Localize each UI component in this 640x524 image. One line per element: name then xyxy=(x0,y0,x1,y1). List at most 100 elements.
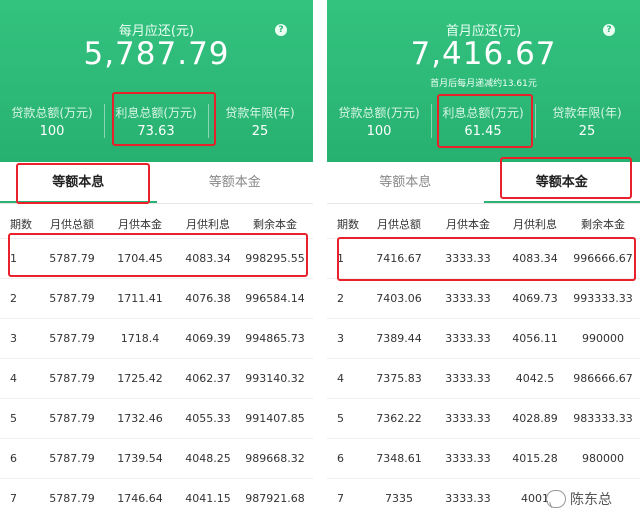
cell-payment-total: 7403.06 xyxy=(376,292,422,305)
tab-equal-principal[interactable]: 等额本金 xyxy=(157,162,314,204)
cell-principal: 1725.42 xyxy=(117,372,163,385)
chat-bubble-icon xyxy=(546,490,566,508)
column-principal: 月供本金 xyxy=(118,218,162,231)
table-row: 6 5787.79 1739.54 4048.25 989668.32 xyxy=(0,438,313,478)
loan-total-value: 100 xyxy=(366,124,392,139)
cell-payment-total: 5787.79 xyxy=(49,492,95,505)
column-interest: 月供利息 xyxy=(186,218,230,231)
table-row: 7 5787.79 1746.64 4041.15 987921.68 xyxy=(0,478,313,518)
column-interest: 月供利息 xyxy=(513,218,557,231)
watermark-text: 陈东总 xyxy=(570,492,612,508)
cell-remaining: 989668.32 xyxy=(245,452,305,465)
cell-interest: 4048.25 xyxy=(185,452,231,465)
loan-years-value: 25 xyxy=(578,124,596,139)
cell-principal: 1718.4 xyxy=(120,332,160,345)
cell-payment-total: 7375.83 xyxy=(376,372,422,385)
help-icon[interactable]: ? xyxy=(603,24,615,36)
cell-remaining: 986666.67 xyxy=(573,372,633,385)
cell-principal: 3333.33 xyxy=(445,332,491,345)
cell-interest: 4076.38 xyxy=(185,292,231,305)
loan-total-label: 贷款总额(万元) xyxy=(338,106,420,120)
tab-equal-installment[interactable]: 等额本息 xyxy=(327,162,484,204)
cell-principal: 1711.41 xyxy=(117,292,163,305)
first-month-payment-amount: 7,416.67 xyxy=(410,36,557,72)
highlight-interest-right xyxy=(437,94,533,148)
cell-period: 4 xyxy=(337,372,344,385)
table-row: 4 7375.83 3333.33 4042.5 986666.67 xyxy=(327,358,640,398)
cell-interest: 4069.39 xyxy=(185,332,231,345)
cell-period: 3 xyxy=(337,332,344,345)
cell-interest: 4028.89 xyxy=(512,412,558,425)
loan-total-stat: 贷款总额(万元) 100 xyxy=(0,104,104,139)
cell-payment-total: 7389.44 xyxy=(376,332,422,345)
column-payment-total: 月供总额 xyxy=(377,218,421,231)
cell-remaining: 983333.33 xyxy=(573,412,633,425)
cell-period: 5 xyxy=(10,412,17,425)
table-header: 期数 月供总额 月供本金 月供利息 剩余本金 xyxy=(327,208,640,238)
cell-interest: 4056.11 xyxy=(512,332,558,345)
cell-payment-total: 5787.79 xyxy=(49,372,95,385)
highlight-row-left xyxy=(8,233,308,277)
cell-principal: 3333.33 xyxy=(445,372,491,385)
cell-period: 7 xyxy=(10,492,17,505)
cell-remaining: 996584.14 xyxy=(245,292,305,305)
cell-principal: 1746.64 xyxy=(117,492,163,505)
table-row: 3 7389.44 3333.33 4056.11 990000 xyxy=(327,318,640,358)
column-remaining: 剩余本金 xyxy=(253,218,297,231)
cell-principal: 1732.46 xyxy=(117,412,163,425)
loan-total-stat: 贷款总额(万元) 100 xyxy=(327,104,431,139)
cell-principal: 3333.33 xyxy=(445,492,491,505)
cell-principal: 1739.54 xyxy=(117,452,163,465)
cell-principal: 3333.33 xyxy=(445,412,491,425)
cell-period: 5 xyxy=(337,412,344,425)
column-period: 期数 xyxy=(10,218,32,231)
loan-years-label: 贷款年限(年) xyxy=(225,106,295,120)
highlight-interest-left xyxy=(112,92,216,146)
cell-remaining: 990000 xyxy=(582,332,624,345)
monthly-payment-amount: 5,787.79 xyxy=(83,36,230,72)
cell-payment-total: 7362.22 xyxy=(376,412,422,425)
cell-period: 2 xyxy=(10,292,17,305)
cell-period: 7 xyxy=(337,492,344,505)
cell-remaining: 991407.85 xyxy=(245,412,305,425)
watermark: 陈东总 xyxy=(546,487,612,511)
table-row: 6 7348.61 3333.33 4015.28 980000 xyxy=(327,438,640,478)
monthly-decrease-note: 首月后每月递减约13.61元 xyxy=(430,79,537,89)
table-row: 3 5787.79 1718.4 4069.39 994865.73 xyxy=(0,318,313,358)
cell-remaining: 993140.32 xyxy=(245,372,305,385)
column-period: 期数 xyxy=(337,218,359,231)
cell-interest: 4042.5 xyxy=(515,372,555,385)
cell-interest: 4015.28 xyxy=(512,452,558,465)
active-tab-indicator xyxy=(483,201,640,203)
highlight-row-right xyxy=(337,237,636,281)
loan-years-value: 25 xyxy=(251,124,269,139)
loan-years-stat: 贷款年限(年) 25 xyxy=(535,104,639,139)
cell-period: 2 xyxy=(337,292,344,305)
cell-principal: 3333.33 xyxy=(445,452,491,465)
cell-payment-total: 5787.79 xyxy=(49,332,95,345)
highlight-tab-right xyxy=(500,157,632,199)
column-principal: 月供本金 xyxy=(446,218,490,231)
cell-period: 4 xyxy=(10,372,17,385)
loan-years-stat: 贷款年限(年) 25 xyxy=(208,104,312,139)
table-row: 2 7403.06 3333.33 4069.73 993333.33 xyxy=(327,278,640,318)
table-row: 4 5787.79 1725.42 4062.37 993140.32 xyxy=(0,358,313,398)
loan-total-value: 100 xyxy=(39,124,65,139)
table-row: 2 5787.79 1711.41 4076.38 996584.14 xyxy=(0,278,313,318)
cell-interest: 4001 xyxy=(521,492,549,505)
cell-payment-total: 7348.61 xyxy=(376,452,422,465)
cell-principal: 3333.33 xyxy=(445,292,491,305)
cell-payment-total: 5787.79 xyxy=(49,412,95,425)
cell-period: 6 xyxy=(10,452,17,465)
loan-years-label: 贷款年限(年) xyxy=(552,106,622,120)
cell-interest: 4062.37 xyxy=(185,372,231,385)
table-row: 5 5787.79 1732.46 4055.33 991407.85 xyxy=(0,398,313,438)
highlight-tab-left xyxy=(16,163,150,204)
cell-period: 6 xyxy=(337,452,344,465)
column-remaining: 剩余本金 xyxy=(581,218,625,231)
cell-remaining: 987921.68 xyxy=(245,492,305,505)
cell-remaining: 980000 xyxy=(582,452,624,465)
loan-total-label: 贷款总额(万元) xyxy=(11,106,93,120)
cell-remaining: 993333.33 xyxy=(573,292,633,305)
help-icon[interactable]: ? xyxy=(275,24,287,36)
